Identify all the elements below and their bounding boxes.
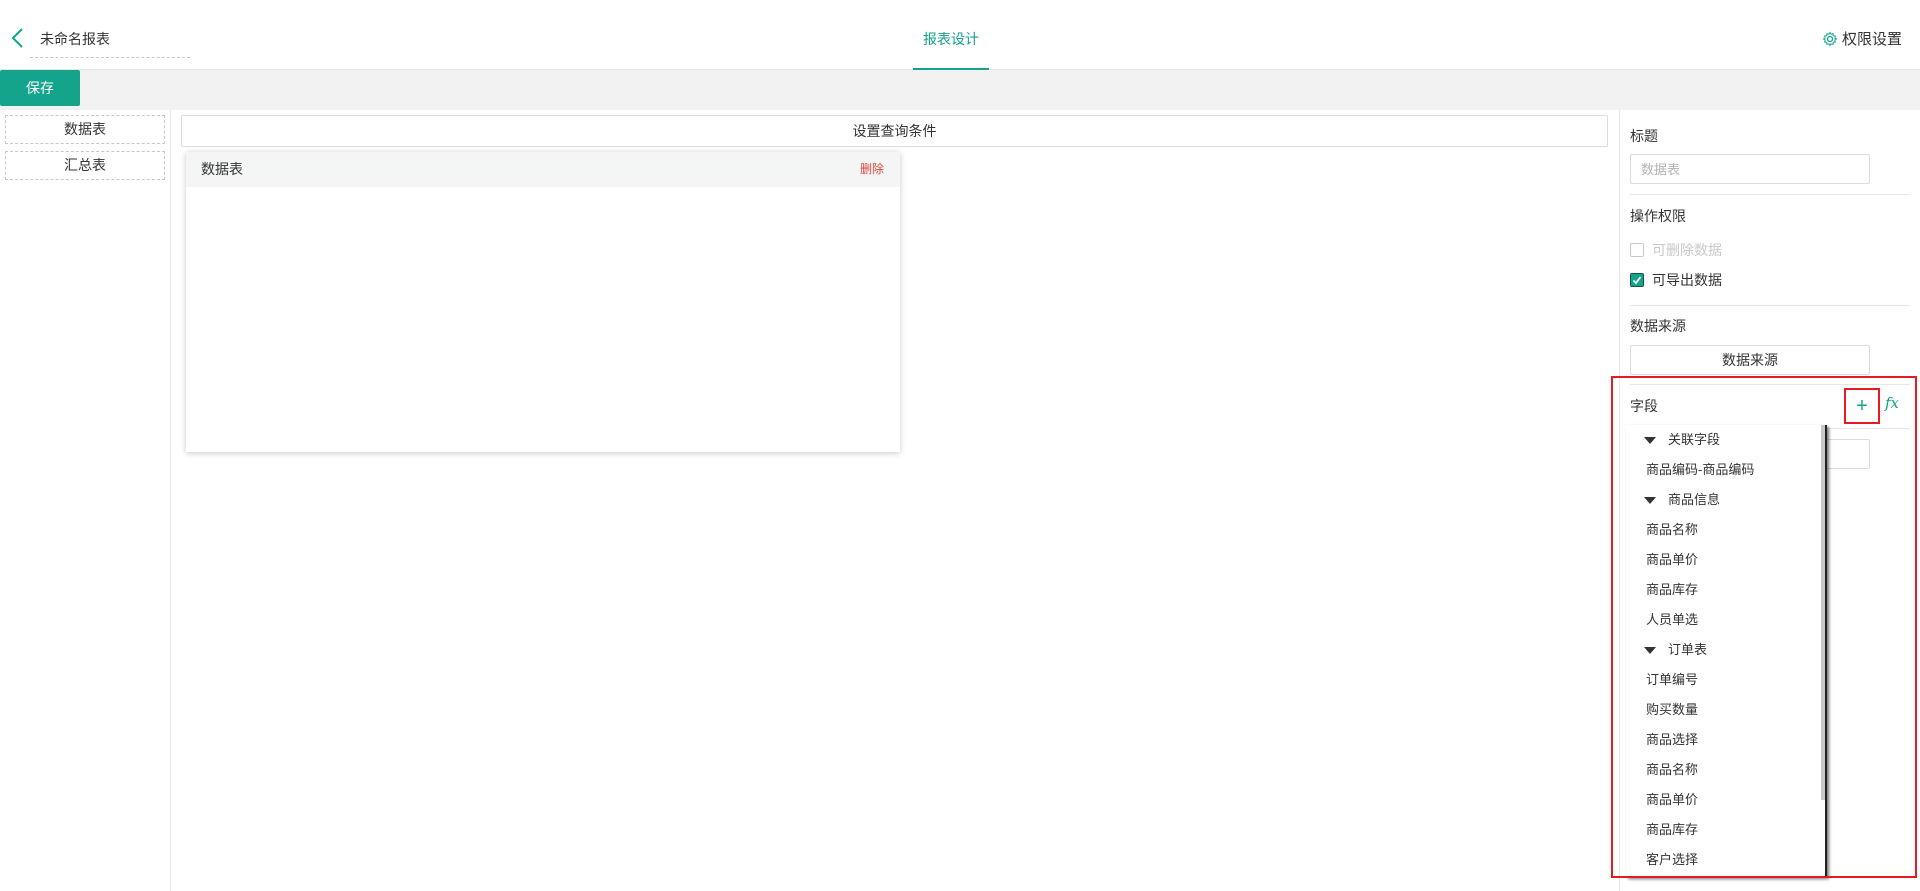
caret-down-icon (1644, 496, 1656, 504)
toolbar: 保存 (0, 70, 1920, 110)
field-label: 字段 (1630, 398, 1658, 414)
can-export-checkbox[interactable] (1630, 273, 1644, 287)
set-query-conditions-button[interactable]: 设置查询条件 (181, 115, 1608, 147)
permission-settings-button[interactable]: 权限设置 (1822, 28, 1902, 49)
left-panel: 数据表 汇总表 (0, 110, 171, 891)
dropdown-item[interactable]: 商品库存 (1626, 815, 1825, 845)
gear-icon (1822, 31, 1838, 46)
dropdown-item[interactable]: 商品名称 (1626, 755, 1825, 785)
card-title: 数据表 (201, 161, 243, 177)
data-source-label: 数据来源 (1630, 318, 1686, 334)
card-header: 数据表 删除 (186, 152, 900, 187)
can-delete-row: 可删除数据 (1630, 240, 1722, 260)
left-item-summary-table[interactable]: 汇总表 (5, 151, 165, 180)
title-label: 标题 (1630, 128, 1658, 144)
report-name-field[interactable]: 未命名报表 (30, 22, 190, 58)
dropdown-group-header[interactable]: 商品信息 (1626, 485, 1825, 515)
dropdown-item[interactable]: 商品库存 (1626, 575, 1825, 605)
dropdown-item[interactable]: 商品名称 (1626, 515, 1825, 545)
dropdown-item[interactable]: 商品选择 (1626, 725, 1825, 755)
title-input[interactable] (1630, 154, 1870, 184)
can-export-row[interactable]: 可导出数据 (1630, 270, 1722, 290)
group-name: 关联字段 (1668, 432, 1721, 447)
dropdown-item[interactable]: 商品单价 (1626, 785, 1825, 815)
header-bar: 未命名报表 报表设计 权限设置 (0, 0, 1920, 70)
dropdown-item[interactable]: 客户选择 (1626, 845, 1825, 875)
field-dropdown[interactable]: 关联字段 商品编码-商品编码 商品信息 商品名称 商品单价 商品库存 人员单选 … (1626, 425, 1827, 877)
formula-fx-icon[interactable]: fx (1885, 394, 1899, 412)
caret-down-icon (1644, 646, 1656, 654)
can-delete-label: 可删除数据 (1652, 242, 1722, 258)
group-name: 订单表 (1668, 642, 1708, 657)
caret-down-icon (1644, 436, 1656, 444)
data-table-card[interactable]: 数据表 删除 (186, 152, 900, 452)
dropdown-item[interactable]: 商品编码-商品编码 (1626, 455, 1825, 485)
check-icon (1631, 274, 1643, 286)
dropdown-item[interactable]: 人员单选 (1626, 605, 1825, 635)
tab-report-design[interactable]: 报表设计 (913, 0, 989, 70)
back-arrow-icon[interactable] (8, 26, 28, 50)
can-export-label: 可导出数据 (1652, 272, 1722, 288)
add-field-button[interactable]: + (1844, 388, 1880, 424)
permission-settings-label: 权限设置 (1841, 31, 1902, 48)
dropdown-item[interactable]: 订单编号 (1626, 665, 1825, 695)
dropdown-item[interactable]: 商品单价 (1626, 545, 1825, 575)
dropdown-scrollbar[interactable] (1821, 425, 1825, 800)
divider (1630, 305, 1910, 306)
dropdown-item[interactable]: 购买数量 (1626, 695, 1825, 725)
dropdown-group-header[interactable]: 订单表 (1626, 635, 1825, 665)
data-source-button[interactable]: 数据来源 (1630, 345, 1870, 375)
plus-icon: + (1856, 395, 1868, 417)
can-delete-checkbox (1630, 243, 1644, 257)
ops-permission-label: 操作权限 (1630, 208, 1686, 224)
dropdown-group-header[interactable]: 关联字段 (1626, 425, 1825, 455)
group-name: 商品信息 (1668, 492, 1721, 507)
left-item-data-table[interactable]: 数据表 (5, 115, 165, 144)
delete-link[interactable]: 删除 (860, 152, 884, 187)
save-button[interactable]: 保存 (0, 70, 80, 106)
divider (1630, 384, 1910, 385)
divider (1630, 194, 1910, 195)
